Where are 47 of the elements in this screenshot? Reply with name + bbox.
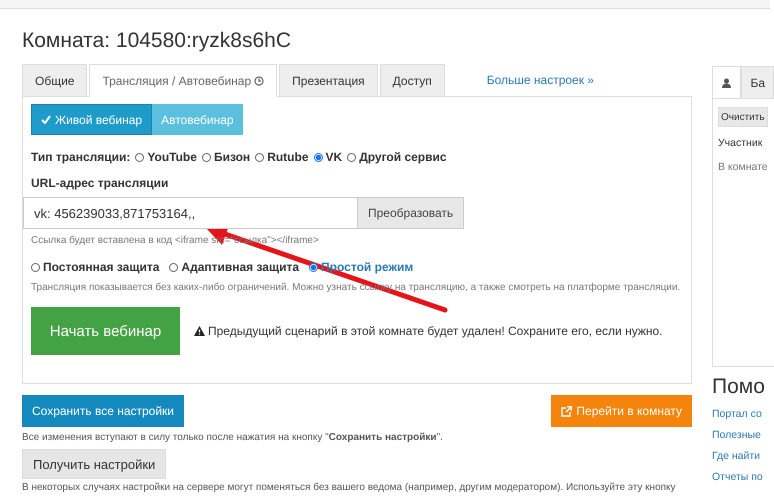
radio-button[interactable]	[135, 152, 144, 162]
radio-label: Бизон	[214, 150, 250, 164]
help-link[interactable]: Отчеты по	[712, 471, 774, 483]
open-room-button[interactable]: Перейти в комнату	[551, 395, 692, 427]
participants-heading: Участник	[718, 137, 764, 149]
radio-label: Постоянная защита	[43, 260, 160, 274]
radio-button[interactable]	[202, 152, 211, 162]
field-label: Тип трансляции:	[31, 150, 130, 164]
radio-button[interactable]	[31, 262, 40, 272]
empty-room-text: В комнате	[718, 161, 769, 173]
tab[interactable]: Доступ	[380, 64, 445, 96]
tab[interactable]: Трансляция / Автовебинар	[89, 64, 278, 97]
save-note: Все изменения вступают в силу только после нажатия на кнопку "Сохранить настройки".	[22, 432, 444, 443]
tab[interactable]: Общие	[22, 64, 88, 96]
warning-text: Предыдущий сценарий в этой комнате будет удален! Сохраните его, если нужно.	[208, 324, 663, 338]
start-webinar-button[interactable]: Начать вебинар	[31, 307, 180, 355]
user-icon	[722, 78, 732, 88]
help-link[interactable]: Портал со	[712, 408, 774, 420]
radio-label: Адаптивная защита	[181, 260, 300, 274]
clear-button[interactable]: Очистить	[718, 107, 768, 127]
external-link-icon	[561, 406, 572, 416]
radio-label: Rutube	[267, 150, 309, 164]
check-icon	[41, 115, 51, 124]
help-link[interactable]: Где найти	[712, 450, 774, 462]
radio-label: VK	[326, 150, 342, 164]
radio-button[interactable]	[347, 152, 356, 162]
clock-icon	[254, 76, 264, 86]
url-input[interactable]: vk: 456239033,871753164,,	[23, 197, 358, 229]
more-settings-link[interactable]: Больше настроек »	[486, 72, 594, 86]
radio-button[interactable]	[255, 152, 264, 162]
page-title: Комната: 104580:ryzk8s6hC	[22, 28, 292, 54]
radio-button[interactable]	[169, 262, 178, 272]
radio-label: Другой сервис	[359, 150, 447, 164]
help-heading: Помо	[712, 375, 766, 399]
save-settings-button[interactable]: Сохранить все настройки	[22, 395, 184, 427]
warning-icon	[194, 326, 205, 336]
radio-label: YouTube	[147, 150, 197, 164]
get-settings-note: В некоторых случаях настройки на сервере могут поменяться без вашего ведома (например, другим модератором). Используйте эту кнопку	[22, 482, 677, 493]
tab[interactable]: Презентация	[279, 64, 378, 96]
field-label: URL-адрес трансляции	[31, 176, 170, 190]
sidebar-tab[interactable]	[712, 66, 742, 98]
get-settings-button[interactable]: Получить настройки	[22, 449, 166, 479]
sidebar-tab[interactable]: Ба	[741, 66, 774, 98]
help-link[interactable]: Полезные	[712, 429, 774, 441]
radio-button[interactable]	[314, 152, 323, 162]
mode-button[interactable]: Живой вебинар	[31, 104, 152, 135]
convert-button[interactable]: Преобразовать	[358, 197, 464, 229]
